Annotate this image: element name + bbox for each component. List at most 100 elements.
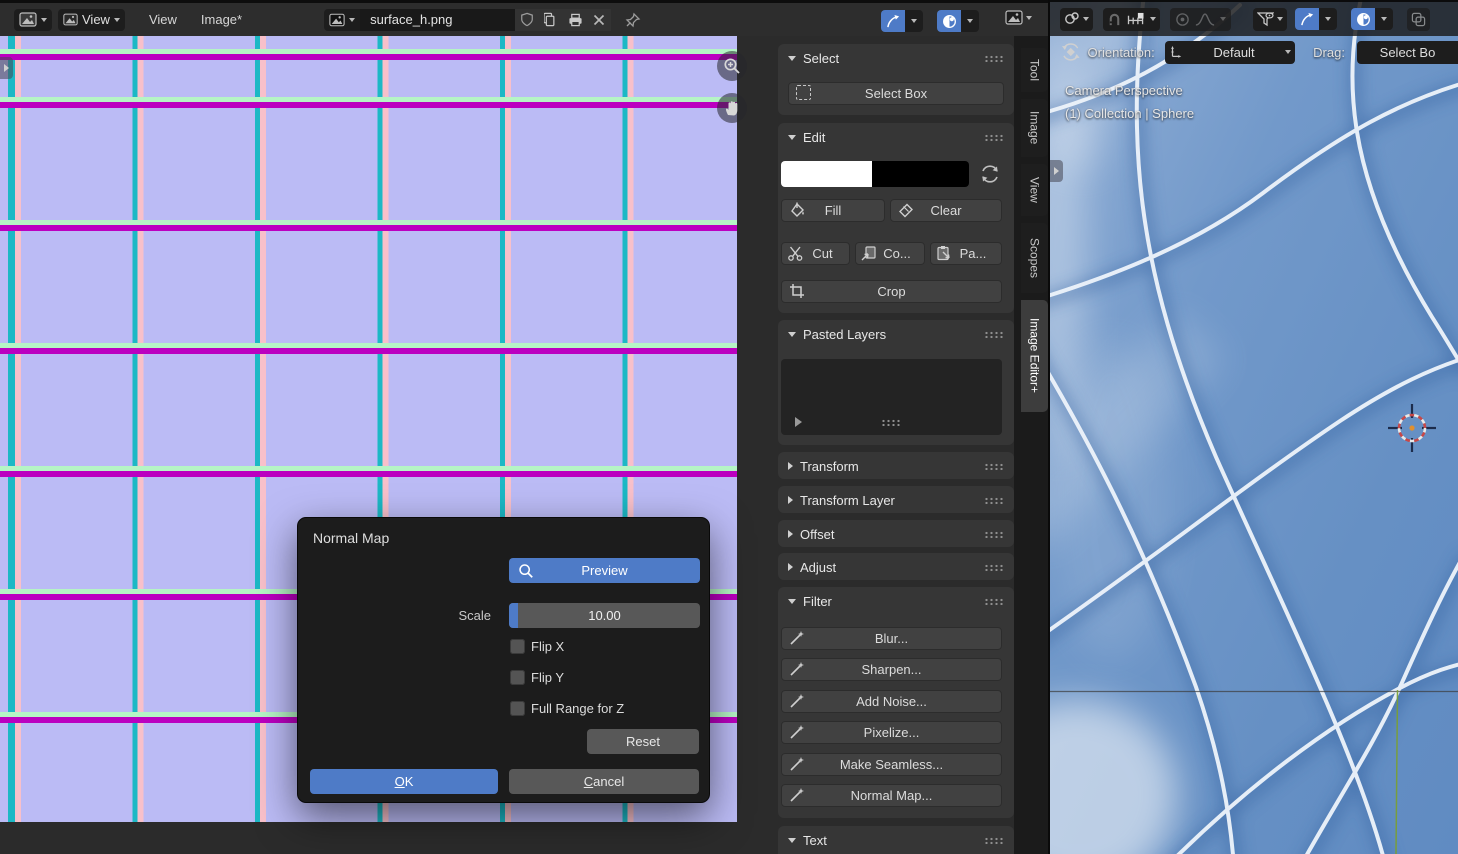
gizmos-group[interactable] (1295, 8, 1337, 30)
pivot-point-button[interactable] (1060, 8, 1093, 31)
ok-button[interactable]: OK (310, 769, 498, 794)
add-noise-button[interactable]: Add Noise... (781, 690, 1002, 713)
panel-select-header[interactable]: Select (778, 44, 1014, 72)
drag-mode-dropdown[interactable]: Select Bo (1357, 41, 1458, 64)
reset-label: Reset (626, 734, 660, 749)
sharpen-button[interactable]: Sharpen... (781, 658, 1002, 681)
chevron-down-icon (1277, 17, 1283, 21)
editor-divider[interactable] (1048, 0, 1050, 854)
drag-grip-icon[interactable] (984, 837, 1004, 844)
orientation-label: Orientation: (1088, 45, 1155, 60)
panel-pasted-layers-header[interactable]: Pasted Layers (778, 320, 1014, 348)
menu-view[interactable]: View (143, 12, 183, 27)
drag-grip-icon[interactable] (984, 598, 1004, 605)
tab-image[interactable]: Image (1021, 99, 1048, 157)
panel-transform[interactable]: Transform (778, 452, 1014, 479)
tab-view[interactable]: View (1021, 164, 1048, 216)
drag-grip-icon[interactable] (984, 497, 1004, 504)
tab-image-editor-plus[interactable]: Image Editor+ (1021, 300, 1048, 412)
magic-wand-icon (789, 630, 805, 646)
ie-overlays-button[interactable] (937, 10, 961, 32)
crop-button[interactable]: Crop (781, 280, 1002, 303)
3d-viewport[interactable]: Camera Perspective (1) Collection | Sphe… (1050, 0, 1458, 854)
foreground-color-swatch[interactable] (781, 161, 872, 187)
drag-grip-icon[interactable] (984, 564, 1004, 571)
preview-button[interactable]: Preview (509, 558, 700, 583)
make-seamless-button[interactable]: Make Seamless... (781, 753, 1002, 776)
browse-image-button[interactable] (324, 9, 360, 31)
drag-grip-icon[interactable] (984, 134, 1004, 141)
panel-transform-layer[interactable]: Transform Layer (778, 486, 1014, 513)
paste-icon (935, 245, 952, 262)
cut-button[interactable]: Cut (781, 242, 850, 265)
swap-colors-button[interactable] (979, 163, 1001, 190)
flip-x-checkbox[interactable] (510, 639, 525, 654)
tab-scopes[interactable]: Scopes (1021, 223, 1048, 293)
hand-icon (723, 99, 741, 117)
copy-button[interactable]: Co... (855, 242, 925, 265)
show-overlays-button[interactable] (1351, 8, 1375, 30)
drag-grip-icon[interactable] (984, 331, 1004, 338)
pasted-layers-list[interactable] (781, 359, 1002, 435)
reset-button[interactable]: Reset (587, 729, 699, 754)
overlays-dropdown-button[interactable] (1375, 8, 1393, 30)
panel-text-header[interactable]: Text (778, 826, 1014, 854)
clear-label: Clear (930, 203, 961, 218)
image-icon (329, 13, 345, 27)
ie-gizmo-button[interactable] (881, 10, 905, 32)
new-image-button[interactable] (539, 9, 563, 31)
clear-button[interactable]: Clear (890, 199, 1002, 222)
panel-adjust[interactable]: Adjust (778, 553, 1014, 580)
gizmo-dropdown-button[interactable] (1319, 8, 1337, 30)
flip-y-checkbox[interactable] (510, 670, 525, 685)
pixelize-button[interactable]: Pixelize... (781, 721, 1002, 744)
pan-button[interactable] (717, 93, 747, 123)
editor-mode-dropdown[interactable]: View (58, 9, 125, 31)
scale-slider[interactable]: 10.00 (509, 603, 700, 628)
fake-user-button[interactable] (515, 9, 539, 31)
unlink-image-button[interactable] (587, 9, 611, 31)
paste-button[interactable]: Pa... (930, 242, 1002, 265)
display-channels-dropdown[interactable] (1005, 10, 1032, 25)
overlays-group[interactable] (1351, 8, 1393, 30)
sidebar-tab-column: Tool Image View Scopes Image Editor+ (1014, 36, 1050, 854)
chevron-down-icon (1026, 16, 1032, 20)
chevron-down-icon (114, 18, 120, 22)
editor-type-button[interactable] (14, 9, 52, 31)
pin-button[interactable] (621, 9, 645, 31)
drag-grip-icon[interactable] (881, 419, 901, 426)
background-color-swatch[interactable] (872, 161, 969, 187)
menu-image[interactable]: Image* (195, 12, 248, 27)
image-editor-icon (19, 12, 37, 27)
tab-tool[interactable]: Tool (1021, 48, 1048, 92)
viewport-toolbar-expand-button[interactable] (1050, 160, 1063, 182)
zoom-button[interactable] (717, 51, 747, 81)
ie-overlays-dropdown-button[interactable] (961, 10, 979, 32)
blur-button[interactable]: Blur... (781, 627, 1002, 650)
drag-grip-icon[interactable] (984, 55, 1004, 62)
drag-grip-icon[interactable] (984, 463, 1004, 470)
image-name-field[interactable]: surface_h.png (360, 9, 515, 31)
orientation-dropdown[interactable]: Default (1165, 41, 1295, 64)
panel-offset[interactable]: Offset (778, 520, 1014, 547)
image-toolbar-expand-button[interactable] (0, 57, 13, 79)
chevron-down-icon (41, 18, 47, 22)
show-gizmo-button[interactable] (1295, 8, 1319, 30)
drag-grip-icon[interactable] (984, 531, 1004, 538)
cancel-button[interactable]: Cancel (509, 769, 699, 794)
fill-button[interactable]: Fill (781, 199, 885, 222)
proportional-editing-group[interactable] (1170, 8, 1231, 31)
disclosure-triangle-icon[interactable] (795, 417, 802, 427)
tab-label: Image Editor+ (1028, 318, 1042, 393)
visibility-filter-button[interactable] (1253, 8, 1287, 31)
pack-image-button[interactable] (563, 9, 587, 31)
panel-edit-header[interactable]: Edit (778, 123, 1014, 151)
select-box-button[interactable]: Select Box (788, 82, 1004, 105)
panel-title: Text (803, 833, 977, 848)
xray-toggle-button[interactable] (1407, 8, 1430, 31)
normal-map-button[interactable]: Normal Map... (781, 784, 1002, 807)
panel-filter-header[interactable]: Filter (778, 587, 1014, 615)
full-range-z-checkbox[interactable] (510, 701, 525, 716)
ie-gizmo-dropdown-button[interactable] (905, 10, 923, 32)
snapping-group[interactable] (1103, 8, 1160, 31)
